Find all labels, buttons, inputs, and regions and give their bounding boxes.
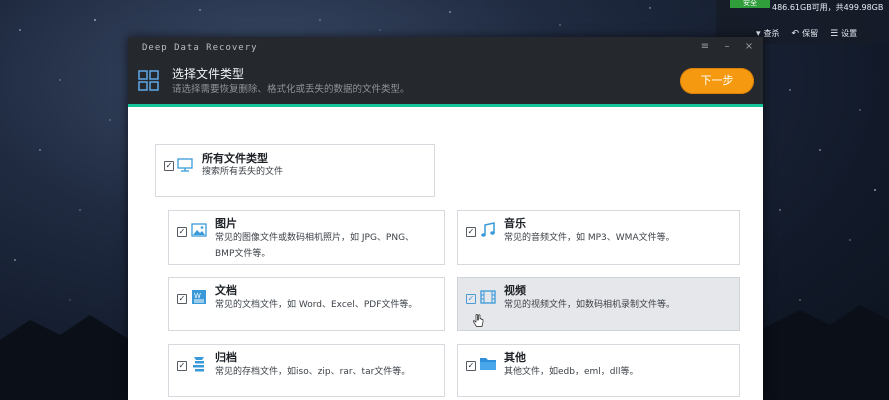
file-type-all[interactable]: ✓ 所有文件类型 搜索所有丢失的文件	[155, 144, 435, 197]
file-type-pictures-desc: 常见的图像文件或数码相机照片，如 JPG、PNG、 BMP文件等。	[215, 230, 414, 262]
page-subtitle: 请选择需要恢复删除、格式化或丢失的数据的文件类型。	[172, 84, 410, 95]
file-type-video[interactable]: ✓ 视频 常见的视频文件，如数码相机录制文件等。	[457, 277, 740, 331]
title-bar: Deep Data Recovery ≡ – ×	[128, 37, 763, 61]
checkbox-music[interactable]: ✓	[466, 227, 476, 237]
settings-action[interactable]: ☰ 设置	[830, 28, 857, 39]
svg-text:W: W	[194, 292, 201, 300]
archive-icon	[193, 357, 204, 372]
image-icon	[191, 223, 207, 237]
file-type-archive-desc: 常见的存档文件，如iso、zip、rar、tar文件等。	[215, 367, 411, 377]
file-type-documents-desc: 常见的文档文件，如 Word、Excel、PDF文件等。	[215, 300, 418, 310]
hand-cursor-icon	[472, 314, 484, 327]
file-type-documents-name: 文档	[215, 284, 237, 297]
file-type-all-desc: 搜索所有丢失的文件	[202, 167, 284, 177]
checkbox-all[interactable]: ✓	[164, 161, 174, 171]
file-type-list: ✓ 所有文件类型 搜索所有丢失的文件 ✓ 图片 常见的图像文件或数码相机照片，如…	[128, 107, 763, 400]
menu-button[interactable]: ≡	[698, 41, 712, 52]
file-type-other-name: 其他	[504, 351, 526, 364]
menu-icon: ☰	[830, 28, 839, 39]
file-type-archive-name: 归档	[215, 351, 237, 364]
file-type-video-desc: 常见的视频文件，如数码相机录制文件等。	[504, 300, 676, 310]
settings-action-label: 设置	[841, 29, 858, 38]
close-button[interactable]: ×	[742, 41, 756, 52]
app-window: Deep Data Recovery ≡ – × 选择文件类型 请选择需要恢复删…	[128, 37, 763, 400]
checkbox-other[interactable]: ✓	[466, 361, 476, 371]
file-type-other[interactable]: ✓ 其他 其他文件，如edb，eml，dll等。	[457, 344, 740, 397]
file-type-other-desc: 其他文件，如edb，eml，dll等。	[504, 367, 639, 377]
next-step-button[interactable]: 下一步	[680, 68, 754, 94]
safe-badge: 安全	[730, 0, 770, 8]
music-note-icon	[481, 222, 495, 237]
file-type-pictures-name: 图片	[215, 217, 237, 230]
minimize-button[interactable]: –	[720, 41, 734, 52]
word-document-icon: W	[192, 290, 206, 304]
checkbox-archive[interactable]: ✓	[177, 361, 187, 371]
back-icon: ↶	[791, 28, 800, 39]
file-type-music-desc: 常见的音频文件，如 MP3、WMA文件等。	[504, 233, 675, 243]
desc-line: BMP文件等。	[215, 249, 271, 259]
keep-action[interactable]: ↶ 保留	[792, 28, 819, 39]
file-type-video-name: 视频	[504, 284, 526, 297]
scan-action-label: 查杀	[763, 29, 780, 38]
desc-line: 常见的图像文件或数码相机照片，如 JPG、PNG、	[215, 233, 415, 243]
app-title: Deep Data Recovery	[142, 43, 258, 53]
file-type-music[interactable]: ✓ 音乐 常见的音频文件，如 MP3、WMA文件等。	[457, 210, 740, 265]
checkbox-video[interactable]: ✓	[466, 294, 476, 304]
folder-icon	[480, 358, 496, 370]
disk-free-text: 486.61GB可用，共499.98GB	[772, 3, 884, 12]
monitor-icon	[177, 158, 193, 172]
step-header: 选择文件类型 请选择需要恢复删除、格式化或丢失的数据的文件类型。 下一步	[128, 61, 763, 107]
file-type-archive[interactable]: ✓ 归档 常见的存档文件，如iso、zip、rar、tar文件等。	[168, 344, 445, 397]
file-type-music-name: 音乐	[504, 217, 526, 230]
checkbox-pictures[interactable]: ✓	[177, 227, 187, 237]
page-title: 选择文件类型	[172, 67, 245, 81]
keep-action-label: 保留	[802, 29, 819, 38]
file-types-icon	[138, 70, 159, 91]
file-type-pictures[interactable]: ✓ 图片 常见的图像文件或数码相机照片，如 JPG、PNG、 BMP文件等。	[168, 210, 445, 265]
file-type-documents[interactable]: ✓ W 文档 常见的文档文件，如 Word、Excel、PDF文件等。	[168, 277, 445, 331]
film-icon	[480, 290, 496, 304]
checkbox-documents[interactable]: ✓	[177, 294, 187, 304]
